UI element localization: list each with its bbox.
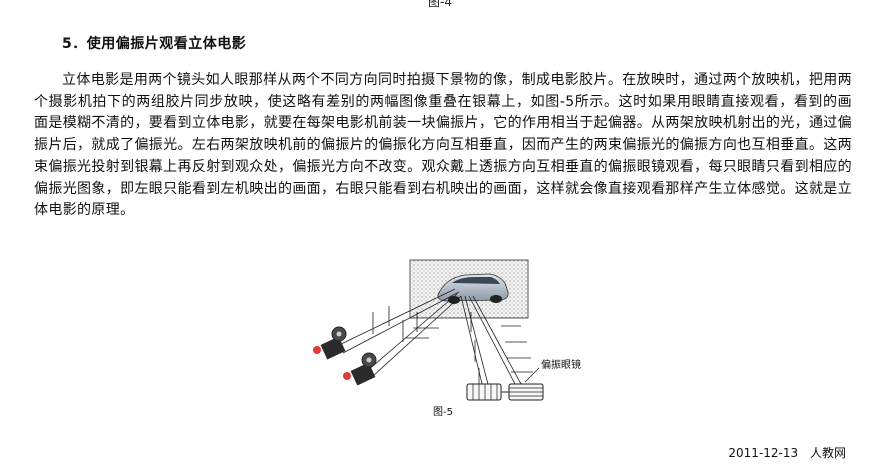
figure-caption: 图-5 bbox=[433, 406, 453, 418]
body-paragraph: 立体电影是用两个镜头如人眼那样从两个不同方向同时拍摄下景物的像，制成电影胶片。在… bbox=[34, 72, 852, 219]
polarizing-glasses-icon bbox=[466, 383, 544, 401]
projector-right-icon bbox=[343, 352, 377, 386]
glasses-label: 偏振眼镜 bbox=[541, 358, 581, 371]
projector-left-icon bbox=[313, 326, 347, 360]
source-link[interactable]: 人教网 bbox=[810, 446, 846, 460]
publish-date: 2011-12-13 bbox=[728, 446, 799, 460]
stereo-projection-figure: 偏振眼镜 图-5 bbox=[305, 256, 635, 421]
section-heading: 5．使用偏振片观看立体电影 bbox=[62, 36, 247, 52]
previous-figure-caption: 图-4 bbox=[428, 0, 452, 9]
stereo-projection-diagram: 偏振眼镜 图-5 bbox=[313, 259, 581, 418]
footer: 2011-12-13 人教网 bbox=[728, 444, 846, 461]
